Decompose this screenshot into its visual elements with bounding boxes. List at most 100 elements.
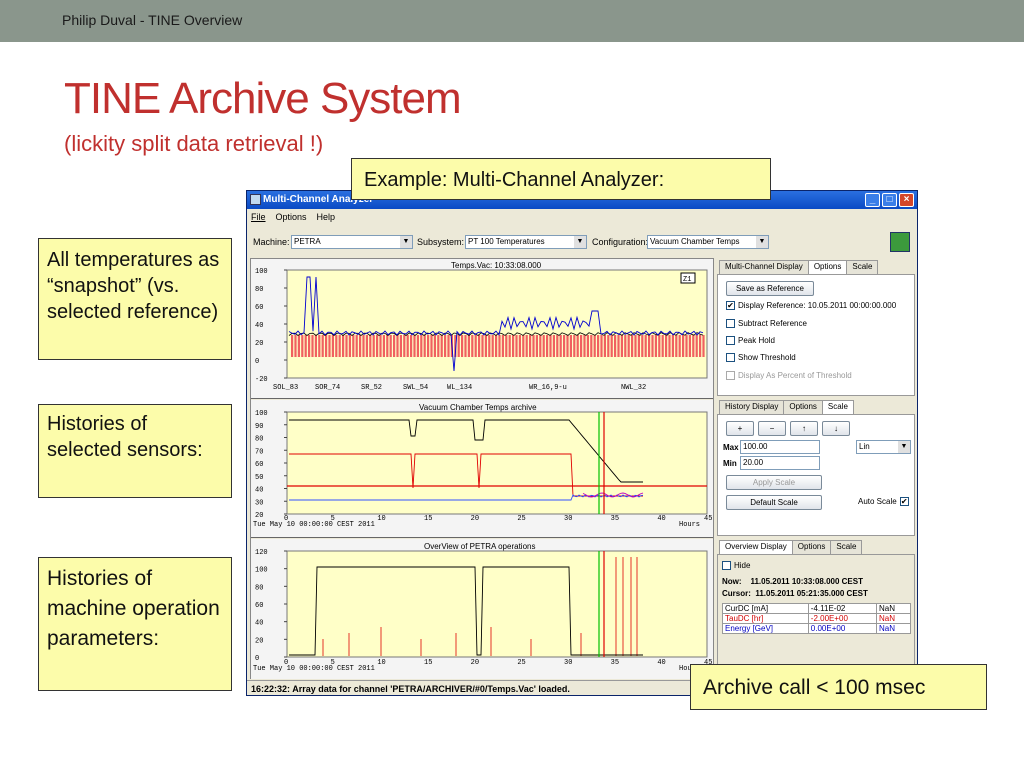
machine-select[interactable]: PETRA ▼ [291, 235, 413, 249]
machine-label: Machine: [253, 237, 290, 247]
max-input[interactable]: 100.00 [740, 440, 820, 454]
x-tick-label: 25 [517, 659, 525, 667]
apply-scale-button[interactable]: Apply Scale [726, 475, 822, 490]
y-tick-label: 120 [255, 549, 268, 557]
bar [427, 335, 430, 357]
y-tick-label: 60 [255, 602, 263, 610]
bar [399, 335, 402, 357]
bar [311, 335, 314, 357]
tab-options[interactable]: Options [791, 540, 832, 554]
minimize-icon[interactable]: _ [865, 193, 880, 207]
bar [376, 335, 379, 357]
bar [416, 335, 419, 357]
values-table: CurDC [mA] -4.11E-02 NaN TauDC [hr] -2.00E+… [722, 603, 912, 634]
x-tick-label: 15 [424, 659, 432, 667]
table-row[interactable]: Energy [GeV] 0.00E+00 NaN [722, 623, 912, 634]
subtract-reference-checkbox[interactable]: Subtract Reference [726, 319, 807, 328]
x-tick-label: 20 [471, 515, 479, 523]
bar [328, 335, 331, 357]
peak-hold-checkbox[interactable]: Peak Hold [726, 336, 775, 345]
bar [580, 335, 583, 357]
tab-scale[interactable]: Scale [846, 260, 879, 274]
bar [637, 335, 640, 357]
tab-scale[interactable]: Scale [830, 540, 863, 554]
right-panel: Multi-Channel Display Options Scale Save… [717, 258, 915, 679]
menu-file[interactable]: File [251, 212, 266, 223]
maximize-icon[interactable]: □ [882, 193, 897, 207]
menu-options[interactable]: Options [276, 212, 307, 223]
tab-options[interactable]: Options [807, 260, 848, 274]
bar [593, 335, 596, 357]
chevron-down-icon: ▼ [756, 236, 768, 248]
bar [359, 335, 362, 357]
tab-scale[interactable]: Scale [821, 400, 854, 414]
display-percent-checkbox[interactable]: Display As Percent of Threshold [726, 371, 852, 380]
bar [413, 335, 416, 357]
bar [379, 335, 382, 357]
bar [695, 335, 698, 357]
bar [644, 335, 647, 357]
plot-title: Temps.Vac: 10:33:08.000 [451, 261, 542, 270]
bar [345, 335, 348, 357]
x-tick-label: SOR_74 [315, 384, 340, 392]
max-label: Max [723, 443, 739, 452]
selector-toolbar: Machine: PETRA ▼ Subsystem: PT 100 Temper… [247, 227, 917, 257]
bar [539, 335, 542, 357]
bar [430, 335, 433, 357]
menu-help[interactable]: Help [317, 212, 336, 223]
scale-mode-select[interactable]: Lin ▼ [856, 440, 911, 454]
x-tick-label: NWL_32 [621, 384, 646, 392]
shift-down-button[interactable]: ↓ [822, 421, 850, 436]
hide-checkbox[interactable]: Hide [722, 561, 750, 570]
bug-icon[interactable] [890, 232, 910, 252]
check-icon: ✔ [726, 301, 735, 310]
tab-options[interactable]: Options [783, 400, 823, 414]
history-plot[interactable]: Vacuum Chamber Temps archive 100 90 80 70 60… [251, 400, 713, 538]
x-tick-label: SR_52 [361, 384, 382, 392]
now-readout: Now: 11.05.2011 10:33:08.000 CEST [722, 577, 863, 586]
param-name: CurDC [mA] [722, 603, 809, 614]
snapshot-plot[interactable]: Temps.Vac: 10:33:08.000 100 80 60 40 20 0 -20 S… [251, 259, 713, 399]
close-icon[interactable]: × [899, 193, 914, 207]
display-reference-checkbox[interactable]: ✔ Display Reference: 10.05.2011 00:00:00.… [726, 301, 896, 310]
bar [610, 335, 613, 357]
bar [552, 335, 555, 357]
table-row[interactable]: TauDC [hr] -2.00E+00 NaN [722, 613, 912, 624]
default-scale-button[interactable]: Default Scale [726, 495, 822, 510]
bar [651, 335, 654, 357]
bar [294, 335, 297, 357]
show-threshold-checkbox[interactable]: Show Threshold [726, 353, 796, 362]
bar [491, 335, 494, 357]
bar [338, 335, 341, 357]
bar [410, 335, 413, 357]
tab-history-display[interactable]: History Display [719, 400, 785, 414]
bar [505, 335, 508, 357]
min-input[interactable]: 20.00 [740, 456, 820, 470]
tab-overview-display[interactable]: Overview Display [719, 540, 793, 554]
callout-archive: Archive call < 100 msec [690, 664, 987, 710]
app-icon [250, 194, 261, 205]
zoom-in-button[interactable]: + [726, 421, 754, 436]
overview-plot[interactable]: OverView of PETRA operations 120 100 80 60 4… [251, 539, 713, 679]
bar [481, 335, 484, 357]
configuration-select[interactable]: Vacuum Chamber Temps ▼ [647, 235, 769, 249]
x-tick-label: 20 [471, 659, 479, 667]
shift-up-button[interactable]: ↑ [790, 421, 818, 436]
bar [478, 335, 481, 357]
bar [556, 335, 559, 357]
x-tick-label: 25 [517, 515, 525, 523]
bar [495, 335, 498, 357]
zoom-tag: Z1 [683, 276, 691, 284]
subsystem-select[interactable]: PT 100 Temperatures ▼ [465, 235, 587, 249]
bar [389, 335, 392, 357]
bar [699, 335, 702, 357]
chevron-down-icon: ▼ [898, 441, 910, 453]
plot-title: Vacuum Chamber Temps archive [419, 403, 537, 412]
zoom-out-button[interactable]: − [758, 421, 786, 436]
auto-scale-checkbox[interactable]: Auto Scale ✔ [858, 497, 909, 506]
table-row[interactable]: CurDC [mA] -4.11E-02 NaN [722, 603, 912, 614]
save-reference-button[interactable]: Save as Reference [726, 281, 814, 296]
bar [498, 335, 501, 357]
y-tick-label: 60 [255, 461, 263, 469]
tab-multi-channel-display[interactable]: Multi-Channel Display [719, 260, 809, 274]
